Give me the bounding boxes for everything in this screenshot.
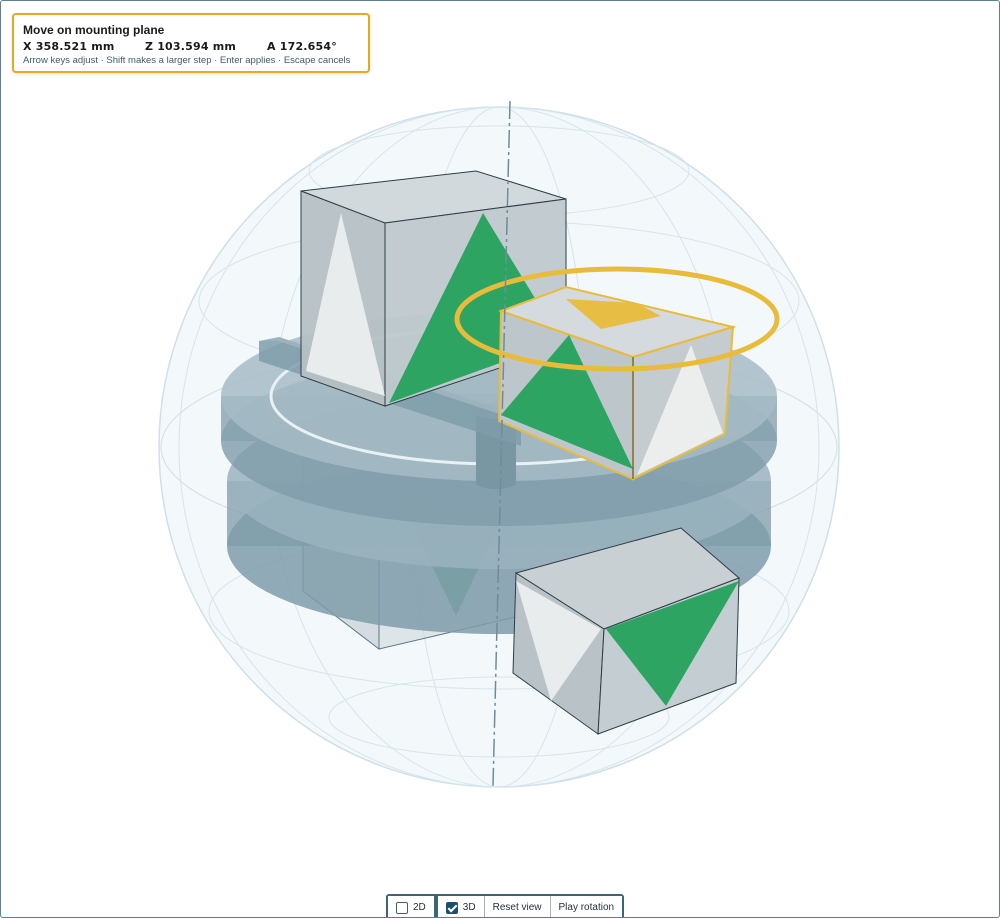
hud-title: Move on mounting plane [23, 23, 165, 37]
scene-canvas[interactable] [1, 1, 1000, 918]
mode-2d-checkbox[interactable] [396, 901, 408, 914]
reset-view-button[interactable]: Reset view [484, 896, 551, 917]
move-hud-panel: Move on mounting plane X 358.521 mm Z 10… [12, 13, 370, 73]
mode-3d-toggle[interactable]: 3D [437, 896, 485, 917]
3d-viewport[interactable]: Move on mounting plane X 358.521 mm Z 10… [0, 0, 1000, 918]
angle-value: A 172.654° [267, 40, 337, 53]
mode-2d-toggle[interactable]: 2D [388, 896, 434, 917]
mode-3d-label: 3D [462, 902, 476, 913]
play-rotation-button[interactable]: Play rotation [550, 896, 623, 917]
mode-3d-checkbox[interactable] [445, 901, 458, 914]
x-coordinate: X 358.521 mm [23, 40, 115, 53]
z-coordinate: Z 103.594 mm [145, 40, 237, 53]
view-toolbar: 2D 3D Reset view Play rotation [386, 894, 625, 917]
mode-2d-label: 2D [413, 902, 426, 913]
keyboard-hint: Arrow keys adjust · Shift makes a larger… [23, 55, 351, 66]
